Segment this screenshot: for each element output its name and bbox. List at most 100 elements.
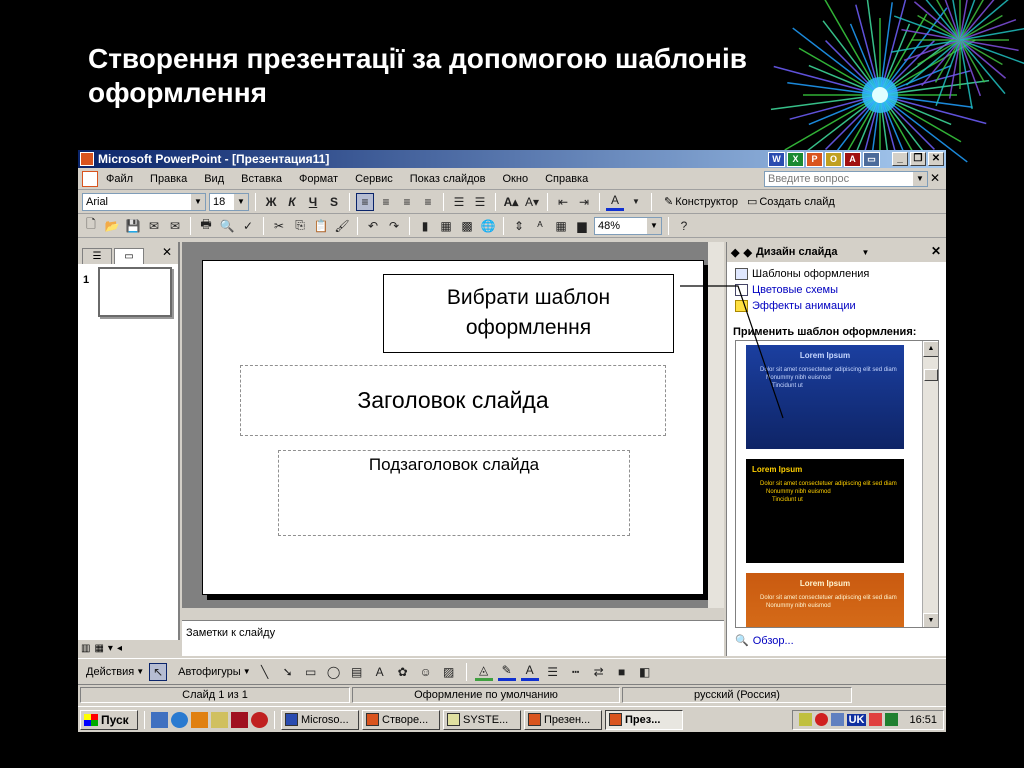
- chevron-down-icon[interactable]: ▼: [913, 172, 927, 186]
- menu-edit[interactable]: Правка: [150, 173, 187, 185]
- title-placeholder[interactable]: Заголовок слайда: [240, 365, 666, 436]
- format-painter-icon[interactable]: 🖌: [333, 217, 351, 235]
- shadow-style-icon[interactable]: ■: [613, 663, 631, 681]
- bold-icon[interactable]: Ж: [262, 193, 280, 211]
- new-slide-button[interactable]: ▭ Создать слайд: [747, 195, 835, 209]
- diagram-icon[interactable]: ✿: [394, 663, 412, 681]
- font-size-combo[interactable]: 18 ▼: [209, 192, 249, 211]
- select-pointer-icon[interactable]: ↖: [149, 662, 168, 681]
- scroll-thumb[interactable]: [924, 369, 938, 381]
- taskbar-item-presentation-active[interactable]: През...: [605, 709, 683, 730]
- open-icon[interactable]: 📂: [103, 217, 121, 235]
- monitor-icon[interactable]: ▭: [863, 151, 880, 167]
- taskbar-item-create[interactable]: Створе...: [362, 709, 440, 730]
- 3d-style-icon[interactable]: ◧: [636, 663, 654, 681]
- hyperlink-icon[interactable]: 🌐: [479, 217, 497, 235]
- font-combo[interactable]: Arial ▼: [82, 192, 206, 211]
- close-pane-icon[interactable]: ✕: [162, 245, 172, 259]
- save-disk-icon[interactable]: [231, 711, 248, 728]
- slide-sorter-icon[interactable]: ▦: [94, 643, 103, 654]
- design-templates-link[interactable]: Шаблоны оформления: [727, 266, 946, 282]
- template-thumbnail[interactable]: Lorem Ipsum Dolor sit amet consectetuer …: [746, 459, 904, 563]
- font-color-icon[interactable]: A: [606, 193, 624, 211]
- document-icon[interactable]: [82, 170, 98, 187]
- firewall-icon[interactable]: [885, 713, 899, 726]
- menu-window[interactable]: Окно: [503, 173, 529, 185]
- clipart-icon[interactable]: ☺: [417, 663, 435, 681]
- word-icon[interactable]: W: [768, 151, 785, 167]
- tables-borders-icon[interactable]: ▩: [458, 217, 476, 235]
- wordart-icon[interactable]: A: [371, 663, 389, 681]
- back-arrow-icon[interactable]: ◆: [731, 246, 739, 259]
- antivirus-icon[interactable]: [251, 711, 268, 728]
- notes-field[interactable]: Заметки к слайду: [182, 620, 724, 656]
- start-button[interactable]: Пуск: [80, 709, 138, 730]
- chevron-down-icon[interactable]: ▼: [862, 248, 870, 257]
- minimize-button[interactable]: _: [892, 152, 908, 166]
- line-style-icon[interactable]: ☰: [544, 663, 562, 681]
- italic-icon[interactable]: К: [283, 193, 301, 211]
- decrease-font-icon[interactable]: A▾: [523, 193, 541, 211]
- notepad-icon[interactable]: [211, 711, 228, 728]
- copy-icon[interactable]: ⎘: [291, 217, 309, 235]
- shield-icon[interactable]: [869, 713, 883, 726]
- scroll-left-icon[interactable]: ◂: [117, 643, 122, 654]
- increase-indent-icon[interactable]: ⇥: [575, 193, 593, 211]
- rectangle-icon[interactable]: ▭: [302, 663, 320, 681]
- excel-icon[interactable]: X: [787, 151, 804, 167]
- template-scrollbar[interactable]: ▲ ▼: [922, 341, 938, 627]
- bullets-icon[interactable]: ☰: [471, 193, 489, 211]
- actions-menu[interactable]: Действия ▼: [86, 666, 144, 678]
- taskbar-item-presentation[interactable]: Презен...: [524, 709, 602, 730]
- menu-tools[interactable]: Сервис: [355, 173, 393, 185]
- menu-view[interactable]: Вид: [204, 173, 224, 185]
- taskbar-item-system[interactable]: SYSTE...: [443, 709, 521, 730]
- desktop-icon[interactable]: [151, 711, 168, 728]
- menu-file[interactable]: Файл: [106, 173, 133, 185]
- color-grayscale-icon[interactable]: ▆: [573, 217, 591, 235]
- expand-icon[interactable]: ⇕: [510, 217, 528, 235]
- language-indicator[interactable]: UK: [846, 713, 867, 726]
- chevron-down-icon[interactable]: ▼: [191, 193, 205, 210]
- chart-icon[interactable]: ▮: [416, 217, 434, 235]
- browse-link[interactable]: 🔍 Обзор...: [735, 634, 794, 648]
- close-document-icon[interactable]: ✕: [930, 171, 940, 185]
- increase-font-icon[interactable]: A▴: [502, 193, 520, 211]
- show-formatting-icon[interactable]: ᴬ: [531, 217, 549, 235]
- autoshapes-menu[interactable]: Автофигуры ▼: [178, 666, 251, 678]
- new-icon[interactable]: 🗋: [82, 217, 100, 235]
- menu-format[interactable]: Формат: [299, 173, 338, 185]
- underline-icon[interactable]: Ч: [304, 193, 322, 211]
- close-task-pane-icon[interactable]: ✕: [931, 244, 941, 258]
- justify-icon[interactable]: ≡: [419, 193, 437, 211]
- chevron-down-icon[interactable]: ▼: [647, 217, 661, 234]
- powerpoint-app-icon[interactable]: P: [806, 151, 823, 167]
- align-left-icon[interactable]: ≡: [356, 192, 374, 211]
- forward-arrow-icon[interactable]: ◆: [743, 246, 751, 259]
- antivirus-tray-icon[interactable]: [814, 713, 828, 726]
- taskbar-item-word[interactable]: Microso...: [281, 709, 359, 730]
- dash-style-icon[interactable]: ┅: [567, 663, 585, 681]
- line-color-icon[interactable]: ✎: [497, 663, 516, 681]
- slides-tab-icon[interactable]: ▭: [114, 248, 144, 264]
- email-icon[interactable]: ✉: [166, 217, 184, 235]
- decrease-indent-icon[interactable]: ⇤: [554, 193, 572, 211]
- table-icon[interactable]: ▦: [437, 217, 455, 235]
- paste-icon[interactable]: 📋: [312, 217, 330, 235]
- print-icon[interactable]: 🖶: [197, 217, 215, 235]
- textbox-icon[interactable]: ▤: [348, 663, 366, 681]
- scroll-up-icon[interactable]: ▲: [923, 341, 938, 357]
- arrow-style-icon[interactable]: ⇄: [590, 663, 608, 681]
- network-icon[interactable]: [830, 713, 844, 726]
- fill-color-icon[interactable]: ◬: [474, 663, 493, 681]
- animation-effects-link[interactable]: Эффекты анимации: [727, 298, 946, 314]
- picture-icon[interactable]: ▨: [440, 663, 458, 681]
- template-thumbnail[interactable]: Lorem Ipsum Dolor sit amet consectetuer …: [746, 345, 904, 449]
- numbering-icon[interactable]: ☰: [450, 193, 468, 211]
- access-icon[interactable]: A: [844, 151, 861, 167]
- scroll-down-icon[interactable]: ▼: [923, 613, 938, 627]
- zoom-combo[interactable]: 48% ▼: [594, 216, 662, 235]
- undo-icon[interactable]: ↶: [364, 217, 382, 235]
- close-button[interactable]: ✕: [928, 152, 944, 166]
- line-icon[interactable]: ╲: [256, 663, 274, 681]
